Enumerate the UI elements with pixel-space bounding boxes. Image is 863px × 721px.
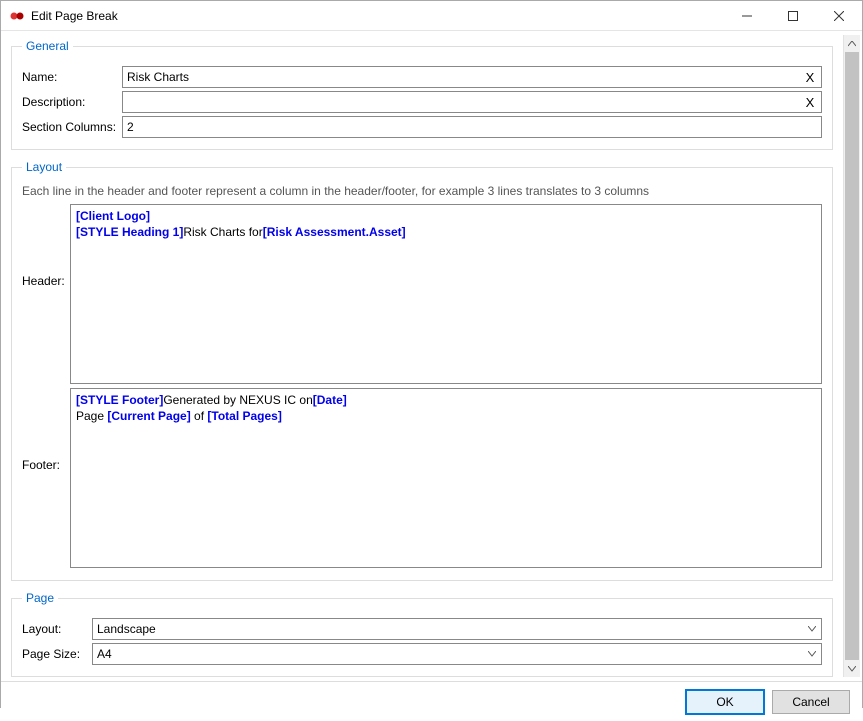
page-layout-value: Landscape <box>93 622 803 636</box>
template-text: Risk Charts for <box>183 225 262 239</box>
section-columns-field-wrap <box>122 116 822 138</box>
titlebar: Edit Page Break <box>1 1 862 31</box>
template-token: [STYLE Footer] <box>76 393 163 407</box>
header-label: Header: <box>22 204 70 384</box>
name-label: Name: <box>22 70 122 84</box>
general-legend: General <box>22 39 73 53</box>
page-layout-dropdown[interactable]: Landscape <box>92 618 822 640</box>
name-field-wrap: X <box>122 66 822 88</box>
layout-section: Layout Each line in the header and foote… <box>11 160 833 581</box>
header-editor[interactable]: [Client Logo] [STYLE Heading 1]Risk Chart… <box>70 204 822 384</box>
page-size-dropdown[interactable]: A4 <box>92 643 822 665</box>
scroll-down-button[interactable] <box>844 660 859 677</box>
layout-legend: Layout <box>22 160 66 174</box>
description-field-wrap: X <box>122 91 822 113</box>
page-legend: Page <box>22 591 58 605</box>
description-clear-button[interactable]: X <box>799 95 821 110</box>
name-clear-button[interactable]: X <box>799 70 821 85</box>
vertical-scrollbar[interactable] <box>843 35 860 677</box>
template-token: [Risk Assessment.Asset] <box>263 225 406 239</box>
section-columns-input[interactable] <box>123 117 821 137</box>
page-size-value: A4 <box>93 647 803 661</box>
template-text: of <box>191 409 208 423</box>
scroll-thumb[interactable] <box>845 52 859 660</box>
cancel-button[interactable]: Cancel <box>772 690 850 714</box>
scroll-up-button[interactable] <box>844 35 859 52</box>
template-token: [Current Page] <box>107 409 190 423</box>
window-title: Edit Page Break <box>31 9 724 23</box>
app-icon <box>9 8 25 24</box>
section-columns-label: Section Columns: <box>22 120 122 134</box>
template-text: Generated by NEXUS IC on <box>163 393 312 407</box>
page-layout-label: Layout: <box>22 622 92 636</box>
chevron-down-icon <box>803 651 821 657</box>
footer-label: Footer: <box>22 388 70 568</box>
chevron-down-icon <box>803 626 821 632</box>
name-input[interactable] <box>123 67 799 87</box>
dialog-content: General Name: X Description: X <box>1 31 843 681</box>
template-token: [Total Pages] <box>207 409 281 423</box>
dialog-button-bar: OK Cancel <box>1 681 862 721</box>
description-input[interactable] <box>123 92 799 112</box>
page-size-label: Page Size: <box>22 647 92 661</box>
template-token: [Client Logo] <box>76 209 150 223</box>
close-button[interactable] <box>816 1 862 31</box>
minimize-button[interactable] <box>724 1 770 31</box>
edit-page-break-dialog: Edit Page Break General Name: X <box>0 0 863 708</box>
footer-editor[interactable]: [STYLE Footer]Generated by NEXUS IC on[D… <box>70 388 822 568</box>
scroll-track[interactable] <box>844 52 860 660</box>
general-section: General Name: X Description: X <box>11 39 833 150</box>
ok-button[interactable]: OK <box>686 690 764 714</box>
template-text: Page <box>76 409 107 423</box>
layout-hint: Each line in the header and footer repre… <box>22 184 822 198</box>
description-label: Description: <box>22 95 122 109</box>
page-section: Page Layout: Landscape Page Size: <box>11 591 833 677</box>
maximize-button[interactable] <box>770 1 816 31</box>
template-token: [STYLE Heading 1] <box>76 225 183 239</box>
template-token: [Date] <box>313 393 347 407</box>
